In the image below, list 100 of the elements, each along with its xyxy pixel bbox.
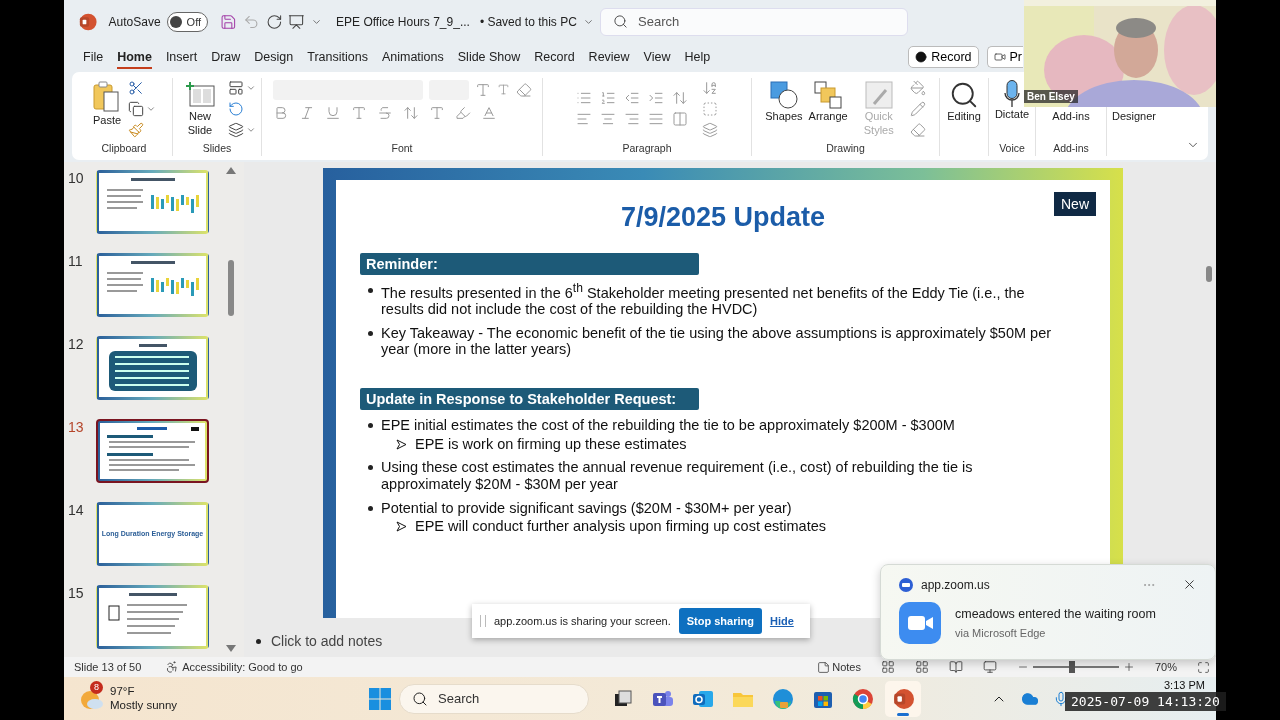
search-field[interactable]: Search bbox=[600, 7, 908, 36]
record-button[interactable]: Record bbox=[908, 45, 979, 68]
slide-number: 14 bbox=[68, 501, 85, 520]
record-icon bbox=[915, 50, 928, 63]
zoom-thumb[interactable] bbox=[1068, 661, 1075, 674]
clear-formatting-icon[interactable] bbox=[515, 81, 532, 98]
ribbon-tab[interactable]: Animations bbox=[374, 46, 451, 67]
paste-button[interactable]: Paste bbox=[92, 79, 122, 128]
line-spacing-icon[interactable] bbox=[672, 90, 688, 107]
bullet-icon bbox=[368, 423, 373, 429]
save-status[interactable]: • Saved to this PC bbox=[479, 14, 577, 29]
slide-count: Slide 13 of 50 bbox=[74, 661, 142, 674]
shape-fill-icon[interactable] bbox=[909, 79, 926, 96]
ribbon-tab[interactable]: Slide Show bbox=[450, 46, 528, 67]
underline-icon[interactable] bbox=[324, 104, 341, 121]
slide-number: 15 bbox=[68, 584, 85, 603]
section-icon[interactable] bbox=[228, 121, 244, 138]
ribbon-tab[interactable]: View bbox=[636, 46, 678, 67]
slide-number: 12 bbox=[68, 335, 85, 354]
notification-source: app.zoom.us bbox=[921, 577, 990, 592]
accessibility-icon bbox=[165, 660, 180, 675]
strikethrough-icon[interactable] bbox=[376, 104, 393, 121]
bullet-icon bbox=[368, 505, 373, 511]
group-label: Add-ins bbox=[1052, 141, 1090, 156]
font-color-icon[interactable] bbox=[480, 104, 497, 121]
text-direction-icon[interactable] bbox=[702, 79, 718, 96]
slide-sorter-icon[interactable] bbox=[914, 660, 929, 675]
slide-title: 7/9/2025 Update bbox=[620, 201, 826, 233]
normal-view-icon[interactable] bbox=[880, 660, 895, 675]
designer-button[interactable]: Designer bbox=[1112, 109, 1156, 124]
close-icon[interactable] bbox=[1182, 577, 1197, 592]
save-icon[interactable] bbox=[220, 12, 237, 31]
zoom-in-icon[interactable] bbox=[1122, 661, 1135, 674]
notes-button[interactable]: Notes bbox=[832, 661, 861, 674]
taskbar-clock[interactable]: 3:13 PM bbox=[1164, 679, 1205, 691]
video-camera-icon bbox=[899, 602, 941, 644]
new-slide-button[interactable]: New Slide bbox=[178, 79, 222, 138]
scrollbar-thumb[interactable] bbox=[1206, 265, 1212, 282]
ribbon-tab[interactable]: Draw bbox=[204, 46, 248, 67]
bullet-icon bbox=[256, 638, 261, 644]
autosave-toggle[interactable]: Off bbox=[166, 11, 209, 32]
group-label: Clipboard bbox=[100, 141, 148, 156]
taskbar-search-field[interactable]: Search bbox=[399, 683, 590, 714]
browser-icon bbox=[772, 687, 795, 710]
fit-slide-icon[interactable] bbox=[1197, 660, 1210, 674]
temperature: 97°F bbox=[110, 684, 136, 699]
ribbon-tab[interactable]: Design bbox=[247, 46, 301, 67]
ribbon-tab[interactable]: Help bbox=[677, 46, 718, 67]
reading-view-icon[interactable] bbox=[948, 660, 963, 675]
arrow-bullet-icon bbox=[396, 521, 407, 533]
highlighter-icon[interactable] bbox=[454, 104, 471, 121]
redo-icon[interactable] bbox=[265, 12, 283, 31]
addins-button[interactable]: Add-ins bbox=[1052, 109, 1090, 124]
numbering-icon[interactable] bbox=[600, 90, 616, 107]
editing-button[interactable]: Editing bbox=[947, 79, 981, 124]
notes-placeholder[interactable]: Click to add notes bbox=[271, 633, 383, 650]
clipboard-icon bbox=[92, 79, 122, 114]
cut-icon[interactable] bbox=[128, 79, 144, 96]
arrow-bullet-icon bbox=[396, 438, 407, 450]
drag-handle[interactable] bbox=[480, 615, 486, 627]
ribbon-tab[interactable]: Review bbox=[581, 46, 637, 67]
bullet-text: Key Takeaway - The economic benefit of the tie using the above assumptions is approximately $50M per year (more in the latter years) bbox=[381, 324, 1053, 359]
shapes-button[interactable]: Shapes bbox=[765, 79, 803, 124]
hide-link[interactable]: Hide bbox=[769, 615, 794, 627]
section-heading: Reminder: bbox=[360, 252, 699, 275]
scroll-down-icon[interactable] bbox=[226, 645, 236, 654]
group-label: Font bbox=[390, 141, 414, 156]
ribbon-tab[interactable]: Home bbox=[110, 46, 159, 67]
present-button[interactable]: Pr bbox=[986, 45, 1023, 68]
slide-show-icon[interactable] bbox=[982, 660, 997, 675]
ribbon-tab[interactable]: Transitions bbox=[300, 46, 375, 67]
task-view-icon bbox=[613, 688, 634, 709]
shape-outline-icon[interactable] bbox=[909, 100, 926, 117]
new-slide-icon bbox=[184, 79, 216, 110]
teams-present-icon bbox=[993, 50, 1006, 63]
zoom-reading[interactable]: 70% bbox=[1154, 661, 1177, 674]
ribbon-tab[interactable]: Insert bbox=[158, 46, 205, 67]
group-label: Drawing bbox=[825, 141, 866, 156]
windows-start-icon[interactable] bbox=[369, 687, 392, 710]
scrollbar-thumb[interactable] bbox=[228, 259, 234, 316]
ribbon-tab[interactable]: File bbox=[76, 46, 111, 67]
present-icon[interactable] bbox=[288, 12, 305, 31]
arrange-button[interactable]: Arrange bbox=[808, 79, 848, 124]
scroll-up-icon[interactable] bbox=[226, 165, 236, 174]
format-painter-icon[interactable] bbox=[128, 121, 144, 138]
reset-icon[interactable] bbox=[228, 100, 244, 117]
copy-icon[interactable] bbox=[128, 100, 144, 117]
bullet-icon bbox=[368, 330, 373, 336]
slide-number: 10 bbox=[68, 169, 85, 188]
columns-icon[interactable] bbox=[672, 111, 688, 128]
timestamp-overlay: 2025-07-09 14:13:20 bbox=[1065, 692, 1226, 711]
quick-styles-icon bbox=[863, 79, 894, 110]
search-icon bbox=[613, 14, 628, 30]
stop-sharing-button[interactable]: Stop sharing bbox=[678, 608, 762, 634]
accessibility-status[interactable]: Accessibility: Good to go bbox=[182, 661, 303, 674]
layout-icon[interactable] bbox=[228, 79, 244, 96]
search-icon bbox=[412, 690, 429, 707]
section-heading: Update in Response to Stakeholder Request: bbox=[360, 388, 699, 411]
ribbon-tab[interactable]: Record bbox=[527, 46, 582, 67]
bullet-text: EPE initial estimates the cost of the rebuilding the tie to be approximately $200M - $300M bbox=[381, 417, 955, 434]
